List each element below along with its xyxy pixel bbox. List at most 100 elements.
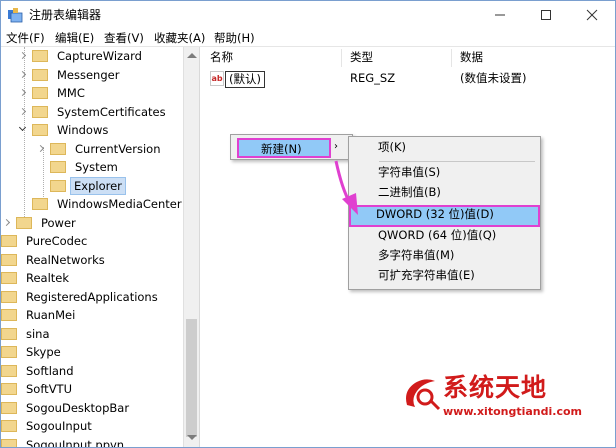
tree-node-label: SogouInput [26, 419, 92, 433]
watermark-url: www.xitongtiandi.com [443, 405, 582, 418]
submenu-item-key[interactable]: 项(K) [351, 139, 538, 158]
folder-icon [50, 142, 66, 155]
chevron-right-icon[interactable] [37, 140, 47, 158]
tree-node[interactable]: RuanMei [1, 306, 80, 324]
menu-help[interactable]: 帮助(H) [214, 30, 255, 46]
watermark-name: 系统天地 [443, 373, 548, 402]
maximize-icon [541, 10, 551, 20]
tree-node[interactable]: Skype [1, 343, 66, 361]
menu-item-new[interactable]: 新建(N) [237, 138, 331, 158]
tree-node[interactable]: Power [3, 214, 81, 232]
folder-icon [32, 68, 48, 81]
folder-icon [50, 179, 66, 192]
folder-icon [32, 105, 48, 118]
registry-editor-window: 注册表编辑器 文件(F) 编辑(E) 查看(V) 收藏夹(A) 帮助(H) Ca… [0, 0, 616, 448]
submenu-item-dword-value[interactable]: DWORD (32 位)值(D) [349, 205, 540, 227]
tree-node-label: Skype [26, 345, 61, 359]
tree-node[interactable]: Realtek [1, 269, 74, 287]
folder-icon [1, 438, 17, 447]
chevron-right-icon[interactable] [19, 66, 29, 84]
tree-node-label: sina [26, 326, 50, 341]
string-value-icon: ab [210, 71, 224, 86]
column-header-name[interactable]: 名称 [210, 49, 233, 65]
tree-node-label: RegisteredApplications [26, 289, 158, 304]
folder-icon [1, 401, 17, 414]
tree-node[interactable]: RegisteredApplications [1, 288, 163, 306]
context-menu: 新建(N) › [230, 134, 353, 160]
tree-node[interactable]: SoftVTU [1, 380, 77, 398]
column-header-data[interactable]: 数据 [460, 49, 483, 65]
scroll-down-icon[interactable] [187, 435, 197, 440]
tree-node-label: SogouDesktopBar [26, 400, 130, 415]
minimize-icon [495, 14, 505, 16]
folder-icon [16, 216, 32, 229]
submenu-item-string-value[interactable]: 字符串值(S) [351, 164, 538, 183]
column-header-type[interactable]: 类型 [350, 49, 373, 65]
tree-node[interactable]: MMC [19, 84, 90, 102]
annotation-arrow-icon [334, 160, 358, 215]
tree-node[interactable]: CaptureWizard [19, 47, 147, 65]
menu-favorites[interactable]: 收藏夹(A) [154, 30, 205, 46]
scrollbar-thumb[interactable] [186, 319, 197, 437]
tree-node-label: PureCodec [26, 234, 88, 248]
folder-icon [1, 309, 17, 321]
window-title: 注册表编辑器 [29, 8, 102, 22]
minimize-button[interactable] [477, 1, 523, 29]
folder-icon [1, 290, 17, 303]
tree-node-label: RealNetworks [26, 252, 105, 267]
chevron-down-icon[interactable] [19, 121, 29, 139]
tree-node[interactable]: sina [1, 325, 55, 343]
folder-icon [32, 50, 48, 62]
value-type: REG_SZ [350, 71, 396, 85]
tree-node-label: Power [41, 215, 76, 230]
submenu-item-qword-value[interactable]: QWORD (64 位)值(Q) [351, 227, 538, 246]
folder-icon [1, 420, 17, 432]
submenu-item-binary-value[interactable]: 二进制值(B) [351, 184, 538, 203]
tree-node[interactable]: System [37, 158, 123, 176]
tree-node[interactable]: WindowsMediaCenter [19, 195, 187, 213]
menu-edit[interactable]: 编辑(E) [55, 30, 94, 46]
close-button[interactable] [569, 1, 615, 29]
tree-node[interactable]: SystemCertificates [19, 103, 171, 121]
watermark: 系统天地 www.xitongtiandi.com [401, 373, 611, 425]
tree-scrollbar[interactable] [183, 47, 199, 447]
value-name-default[interactable]: (默认) [225, 71, 265, 88]
tree-node[interactable]: SogouInput [1, 417, 97, 435]
tree-node[interactable]: Windows [19, 121, 113, 139]
folder-icon [1, 364, 17, 377]
value-data: (数值未设置) [460, 71, 527, 85]
folder-icon [1, 383, 17, 395]
tree-node[interactable]: SogouInput.ppvn [1, 436, 129, 447]
tree-node-label: SystemCertificates [57, 104, 166, 119]
tree-node-label: Realtek [26, 271, 70, 285]
chevron-right-icon[interactable] [3, 214, 13, 232]
folder-icon [32, 198, 48, 210]
tree-node[interactable]: Softland [1, 362, 79, 380]
tree-node[interactable]: CurrentVersion [37, 140, 165, 158]
tree-node-label: System [75, 160, 118, 174]
menu-view[interactable]: 查看(V) [104, 30, 144, 46]
chevron-right-icon[interactable] [19, 103, 29, 121]
chevron-right-icon[interactable] [19, 47, 29, 65]
submenu-item-expandable-string-value[interactable]: 可扩充字符串值(E) [351, 267, 538, 286]
menu-file[interactable]: 文件(F) [6, 30, 45, 46]
folder-icon [1, 253, 17, 266]
submenu-item-multi-string-value[interactable]: 多字符串值(M) [351, 247, 538, 266]
title-bar: 注册表编辑器 [1, 1, 615, 29]
registry-tree[interactable]: CaptureWizard Messenger MMC SystemCertifica… [1, 47, 200, 447]
tree-node-label: Softland [26, 363, 74, 378]
tree-node-label: MMC [57, 86, 85, 100]
maximize-button[interactable] [523, 1, 569, 29]
folder-icon [1, 272, 17, 284]
tree-node[interactable]: Explorer [37, 176, 126, 195]
chevron-right-icon[interactable] [19, 84, 29, 102]
scroll-up-icon[interactable] [187, 53, 197, 58]
tree-node[interactable]: RealNetworks [1, 251, 110, 269]
folder-icon [50, 161, 66, 173]
tree-node[interactable]: Messenger [19, 66, 124, 84]
tree-node[interactable]: SogouDesktopBar [1, 399, 134, 417]
menu-item-new-label: 新建(N) [261, 142, 302, 156]
tree-node[interactable]: PureCodec [1, 232, 92, 250]
